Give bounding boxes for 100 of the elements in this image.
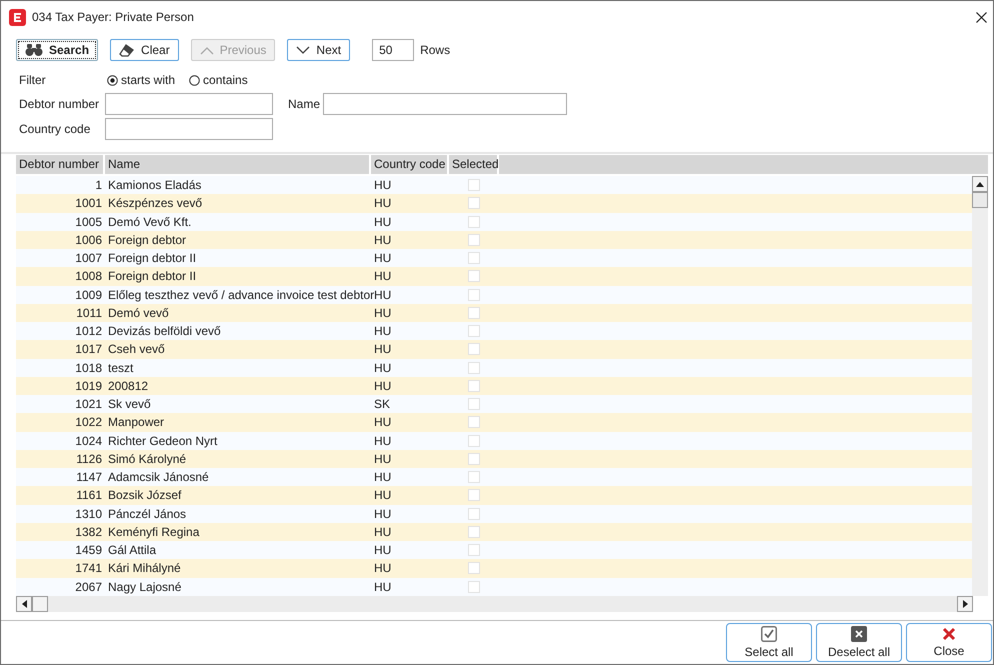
scroll-right-icon[interactable] <box>962 600 968 608</box>
deselect-all-button[interactable]: Deselect all <box>816 623 902 662</box>
checkbox[interactable] <box>468 452 480 465</box>
table-cell-text: Manpower <box>107 414 166 432</box>
table-cell-text: Foreign debtor <box>107 232 188 249</box>
checkbox[interactable] <box>468 270 480 282</box>
table-cell-text: SK <box>373 396 392 413</box>
table-cell-text: 1741 <box>74 560 103 578</box>
table-cell-text: 1008 <box>74 268 103 286</box>
table-cell-text: Gál Attila <box>107 542 158 559</box>
table-cell-text: 1009 <box>74 286 103 304</box>
table-cell-text: HU <box>373 250 392 267</box>
table-cell-text: Cseh vevő <box>107 341 166 358</box>
eraser-icon <box>119 44 136 56</box>
table-cell-text: HU <box>373 414 392 432</box>
table-cell-text: Keményfi Regina <box>107 524 200 541</box>
table-cell-text: HU <box>373 432 392 450</box>
column-header[interactable]: Country code <box>371 155 449 174</box>
checkbox[interactable] <box>468 416 480 428</box>
vertical-scrollbar[interactable] <box>972 176 988 596</box>
table-cell-text: HU <box>373 469 392 486</box>
window-title: 034 Tax Payer: Private Person <box>32 10 195 24</box>
checkbox[interactable] <box>468 580 480 593</box>
table-cell-text: Demó Vevő Kft. <box>107 214 192 230</box>
checkbox[interactable] <box>468 197 480 210</box>
checkbox[interactable] <box>468 252 480 264</box>
table-cell-text: HU <box>373 323 392 340</box>
select-all-button[interactable]: Select all <box>726 623 812 662</box>
horizontal-scrollbar[interactable] <box>16 596 973 612</box>
table-cell-text: 1012 <box>74 323 103 340</box>
scroll-thumb[interactable] <box>972 192 988 208</box>
table-cell-text: teszt <box>107 360 134 376</box>
table-cell-text: 1022 <box>74 414 103 432</box>
checkbox[interactable] <box>468 526 480 538</box>
radio-option[interactable]: contains <box>189 73 248 87</box>
input-field[interactable] <box>323 93 567 115</box>
table-cell-text: HU <box>373 214 392 230</box>
table-cell-text: Demó vevő <box>107 304 170 322</box>
checkbox[interactable] <box>468 544 480 556</box>
checkbox[interactable] <box>468 471 480 484</box>
table-cell-text: 1019 <box>74 378 103 395</box>
checkbox[interactable] <box>468 562 480 574</box>
checkbox[interactable] <box>468 362 480 374</box>
field-label: Debtor number <box>19 97 100 111</box>
table-cell-text: 1006 <box>74 232 103 249</box>
table-cell-text: HU <box>373 506 392 522</box>
input-field[interactable] <box>105 118 273 140</box>
checkbox[interactable] <box>468 306 480 319</box>
table-cell-text: HU <box>373 177 392 194</box>
checkbox[interactable] <box>468 234 480 246</box>
rows-label: Rows <box>420 43 450 57</box>
field-label: Filter <box>19 73 47 87</box>
table-cell-text: HU <box>373 560 392 578</box>
table-cell-text: HU <box>373 450 392 468</box>
scroll-left-icon[interactable] <box>22 600 26 608</box>
table-cell-text: HU <box>373 378 392 395</box>
table-cell-text: Pánczél János <box>107 506 188 522</box>
table-cell-text: HU <box>373 487 392 504</box>
input-field[interactable] <box>105 93 273 115</box>
table-cell-text: Sk vevő <box>107 396 152 413</box>
table-cell-text: HU <box>373 341 392 358</box>
search-button[interactable]: Search <box>16 39 98 61</box>
checkbox[interactable] <box>468 343 480 356</box>
table-cell-text: HU <box>373 268 392 286</box>
clear-button[interactable]: Clear <box>110 39 179 61</box>
column-header[interactable]: Name <box>105 155 371 174</box>
field-label: Name <box>288 97 322 111</box>
checkbox[interactable] <box>468 508 480 520</box>
table-cell-text: Készpénzes vevő <box>107 195 204 212</box>
table-cell-text: 2067 <box>74 578 103 596</box>
binoculars-icon <box>25 44 43 56</box>
checkbox[interactable] <box>468 216 480 228</box>
table-cell-text: 1459 <box>74 542 103 559</box>
scroll-thumb[interactable] <box>32 596 48 612</box>
table-cell-text: Kamionos Eladás <box>107 177 202 194</box>
column-header[interactable]: Selected <box>449 155 499 174</box>
close-button[interactable]: Close <box>906 623 992 662</box>
table-cell-text: 1018 <box>74 360 103 376</box>
checkbox[interactable] <box>468 489 480 502</box>
field-label: Country code <box>19 122 92 136</box>
checkbox[interactable] <box>468 288 480 301</box>
checkbox[interactable] <box>468 398 480 410</box>
close-icon <box>942 627 956 641</box>
next-button[interactable]: Next <box>287 39 350 61</box>
table-cell-text: 1310 <box>74 506 103 522</box>
checkbox[interactable] <box>468 179 480 192</box>
radio-option[interactable]: starts with <box>107 73 176 87</box>
checkbox[interactable] <box>468 325 480 338</box>
column-header[interactable]: Debtor number <box>16 155 105 174</box>
rows-field[interactable]: 50 <box>372 39 414 61</box>
checkbox[interactable] <box>468 434 480 447</box>
chevron-down-icon <box>296 46 310 54</box>
table-cell-text: 1007 <box>74 250 103 267</box>
table-cell-text: 1147 <box>75 469 103 486</box>
table-cell-text: 1126 <box>75 450 103 468</box>
scroll-up-icon[interactable] <box>976 182 984 186</box>
close-icon[interactable] <box>976 12 987 22</box>
table-cell-text: 200812 <box>107 378 150 395</box>
table-cell-text: HU <box>373 304 392 322</box>
checkbox[interactable] <box>468 380 480 392</box>
